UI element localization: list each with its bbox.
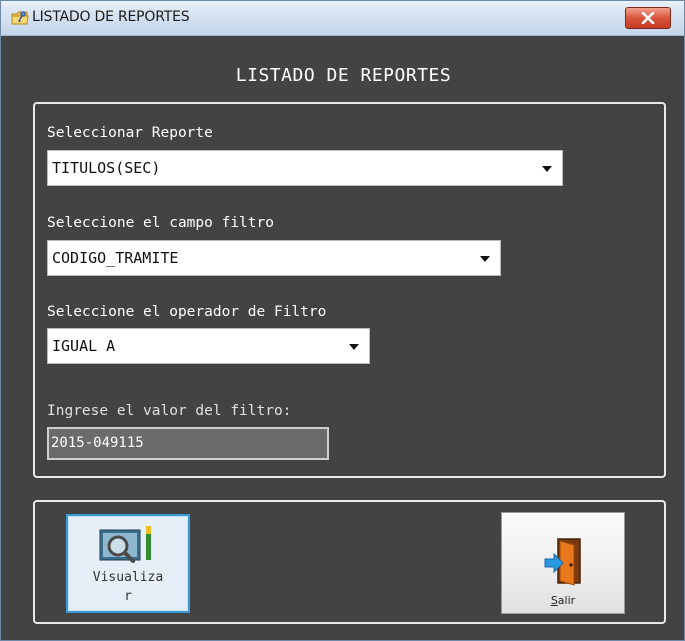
close-icon — [641, 12, 655, 24]
report-window: LISTADO DE REPORTES LISTADO DE REPORTES … — [0, 0, 685, 641]
filter-operator-select[interactable]: IGUAL A — [47, 328, 370, 364]
visualizar-button-label: Visualiza r — [68, 568, 188, 606]
visualizar-button[interactable]: Visualiza r — [66, 514, 190, 613]
folder-key-icon — [11, 9, 29, 27]
chevron-down-icon[interactable] — [480, 256, 490, 262]
report-label: Seleccionar Reporte — [47, 125, 213, 141]
salir-button[interactable]: Salir — [501, 512, 625, 614]
client-area: LISTADO DE REPORTES Seleccionar Reporte … — [9, 36, 678, 634]
filter-operator-select-value: IGUAL A — [52, 337, 116, 355]
close-button[interactable] — [625, 7, 671, 29]
report-select-value: TITULOS(SEC) — [52, 159, 161, 177]
visualizar-label-line1: Visualiza — [92, 570, 164, 585]
filter-field-label: Seleccione el campo filtro — [47, 215, 274, 231]
chevron-down-icon[interactable] — [349, 344, 359, 350]
filter-value-label: Ingrese el valor del filtro: — [47, 403, 292, 419]
filter-field-select-value: CODIGO_TRAMITE — [52, 249, 179, 267]
report-select[interactable]: TITULOS(SEC) — [47, 150, 563, 186]
exit-door-icon — [544, 535, 586, 593]
filter-value-input[interactable] — [51, 433, 321, 453]
filter-value-field[interactable] — [47, 427, 329, 460]
filter-operator-label: Seleccione el operador de Filtro — [47, 304, 327, 320]
chevron-down-icon[interactable] — [542, 166, 552, 172]
report-preview-magnifier-icon — [98, 524, 158, 572]
salir-mnemonic: S — [550, 594, 558, 607]
salir-label-rest: alir — [557, 594, 576, 607]
salir-button-label: Salir — [502, 594, 624, 608]
visualizar-label-line2: r — [124, 589, 132, 604]
filter-field-select[interactable]: CODIGO_TRAMITE — [47, 240, 501, 276]
window-title: LISTADO DE REPORTES — [32, 9, 190, 25]
title-bar[interactable]: LISTADO DE REPORTES — [1, 1, 684, 36]
form-heading: LISTADO DE REPORTES — [235, 65, 452, 86]
